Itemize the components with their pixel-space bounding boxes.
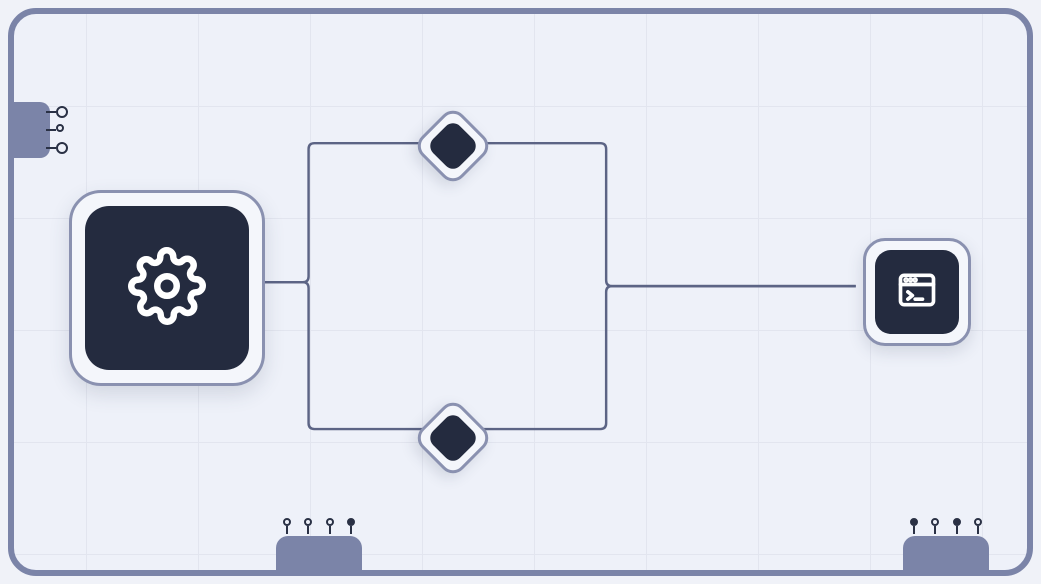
- decision-node-bottom[interactable]: [424, 409, 482, 467]
- workflow-canvas[interactable]: [8, 8, 1033, 576]
- chip-connector-bottom-left: [276, 536, 362, 576]
- settings-node[interactable]: [69, 190, 265, 386]
- chip-connector-left: [8, 102, 50, 158]
- gear-icon: [128, 247, 206, 330]
- chip-connector-bottom-right: [903, 536, 989, 576]
- terminal-icon: [895, 268, 939, 317]
- diamond-icon: [426, 119, 480, 173]
- diamond-icon: [426, 411, 480, 465]
- terminal-node[interactable]: [863, 238, 971, 346]
- decision-node-top[interactable]: [424, 117, 482, 175]
